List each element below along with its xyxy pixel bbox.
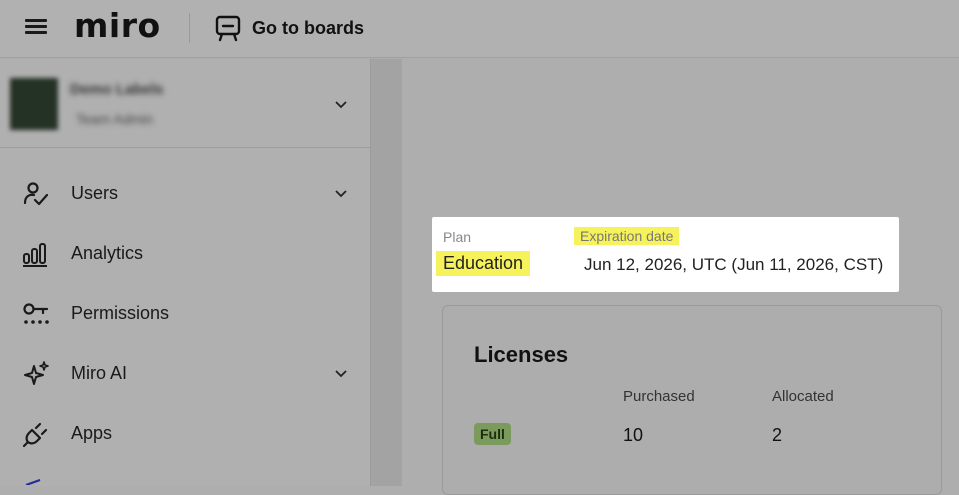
sidebar-item-users[interactable]: Users xyxy=(0,166,370,222)
plug-icon xyxy=(22,422,48,448)
go-to-boards-label: Go to boards xyxy=(252,17,364,38)
sidebar-item-label: Analytics xyxy=(71,243,144,263)
licenses-card: Licenses Purchased Allocated Full 10 2 xyxy=(442,305,942,495)
chevron-down-icon xyxy=(335,370,347,378)
miro-logo[interactable]: miro xyxy=(74,6,161,45)
allocated-count: 2 xyxy=(772,425,783,445)
permissions-icon xyxy=(23,303,49,324)
hamburger-icon[interactable] xyxy=(25,16,47,38)
sidebar-item-label: Permissions xyxy=(71,303,170,323)
license-type-badge: Full xyxy=(474,423,511,445)
expiration-value: Jun 12, 2026, UTC (Jun 11, 2026, CST) xyxy=(584,255,884,274)
analytics-icon xyxy=(23,243,47,267)
sidebar-item-miro-ai[interactable]: Miro AI xyxy=(0,346,370,402)
chevron-down-icon xyxy=(335,101,347,109)
sidebar-item-label: Miro AI xyxy=(71,363,128,383)
allocated-header: Allocated xyxy=(772,388,834,405)
sidebar: Demo Labels Team Admin Users Analytics P… xyxy=(0,59,371,486)
sidebar-item-apps[interactable]: Apps xyxy=(0,406,370,462)
sidebar-item-analytics[interactable]: Analytics xyxy=(0,226,370,282)
expiration-caption: Expiration date xyxy=(574,227,680,245)
partial-nav-icon xyxy=(25,479,41,485)
top-bar: miro Go to boards xyxy=(0,0,959,58)
sidebar-item-label: Users xyxy=(71,183,119,203)
purchased-count: 10 xyxy=(623,425,644,445)
plan-value[interactable]: Education xyxy=(436,251,531,276)
header-divider xyxy=(189,13,190,43)
plan-caption: Plan xyxy=(443,229,472,245)
purchased-header: Purchased xyxy=(623,388,695,405)
account-name: Demo Labels xyxy=(70,81,164,98)
sparkles-icon xyxy=(24,361,49,385)
account-avatar xyxy=(10,78,58,130)
licenses-title: Licenses xyxy=(474,342,569,367)
sidebar-item-permissions[interactable]: Permissions xyxy=(0,286,370,342)
account-role: Team Admin xyxy=(76,111,154,127)
plan-summary-card: Plan Expiration date Education Jun 12, 2… xyxy=(432,217,899,292)
go-to-boards-button[interactable]: Go to boards xyxy=(214,14,364,42)
account-switcher[interactable]: Demo Labels Team Admin xyxy=(0,59,370,148)
sidebar-item-label: Apps xyxy=(71,423,113,443)
users-icon xyxy=(23,182,49,206)
board-icon xyxy=(215,15,241,42)
scroll-gutter xyxy=(371,59,402,486)
chevron-down-icon xyxy=(335,190,347,198)
